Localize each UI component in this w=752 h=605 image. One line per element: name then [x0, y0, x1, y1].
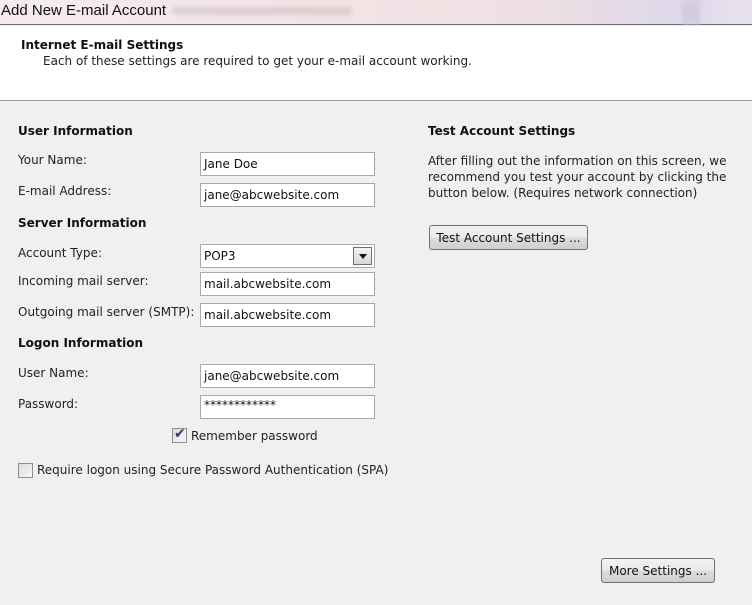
logon-info-heading: Logon Information: [18, 336, 144, 350]
test-settings-description: After filling out the information on thi…: [428, 153, 726, 201]
checkmark-icon: ✔: [174, 426, 186, 442]
your-name-input[interactable]: Jane Doe: [200, 152, 375, 176]
test-description-line-2: recommend you test your account by click…: [428, 170, 727, 184]
spa-label[interactable]: Require logon using Secure Password Auth…: [37, 463, 388, 477]
account-type-select[interactable]: POP3: [200, 244, 375, 268]
test-description-line-1: After filling out the information on thi…: [428, 154, 727, 168]
account-type-label: Account Type:: [18, 246, 102, 260]
incoming-server-label: Incoming mail server:: [18, 274, 149, 288]
remember-password-label[interactable]: Remember password: [191, 429, 318, 443]
test-settings-heading: Test Account Settings: [428, 124, 576, 138]
blurred-background-text: [172, 7, 352, 15]
dialog-content: User Information Your Name: Jane Doe E-m…: [0, 102, 752, 605]
user-info-heading: User Information: [18, 124, 133, 138]
outgoing-server-label: Outgoing mail server (SMTP):: [18, 305, 195, 319]
spa-checkbox[interactable]: [18, 463, 33, 478]
outgoing-server-input[interactable]: mail.abcwebsite.com: [200, 303, 375, 327]
header-subtitle: Each of these settings are required to g…: [43, 54, 472, 68]
test-description-line-3: button below. (Requires network connecti…: [428, 186, 698, 200]
blurred-background-window: [682, 0, 700, 25]
password-label: Password:: [18, 397, 79, 411]
remember-password-checkbox[interactable]: ✔: [172, 426, 187, 443]
test-account-settings-button[interactable]: Test Account Settings ...: [429, 225, 588, 250]
window-titlebar: Add New E-mail Account: [0, 0, 752, 25]
username-input[interactable]: jane@abcwebsite.com: [200, 364, 375, 388]
window-title: Add New E-mail Account: [1, 2, 167, 19]
dialog-header: Internet E-mail Settings Each of these s…: [0, 26, 752, 101]
email-address-input[interactable]: jane@abcwebsite.com: [200, 183, 375, 207]
email-address-label: E-mail Address:: [18, 184, 112, 198]
password-input[interactable]: ************: [200, 395, 375, 419]
incoming-server-input[interactable]: mail.abcwebsite.com: [200, 272, 375, 296]
more-settings-button[interactable]: More Settings ...: [601, 558, 715, 583]
server-info-heading: Server Information: [18, 216, 147, 230]
account-type-value: POP3: [204, 249, 236, 263]
username-label: User Name:: [18, 366, 89, 380]
header-title: Internet E-mail Settings: [21, 38, 184, 52]
your-name-label: Your Name:: [18, 153, 87, 167]
chevron-down-icon[interactable]: [353, 247, 372, 265]
